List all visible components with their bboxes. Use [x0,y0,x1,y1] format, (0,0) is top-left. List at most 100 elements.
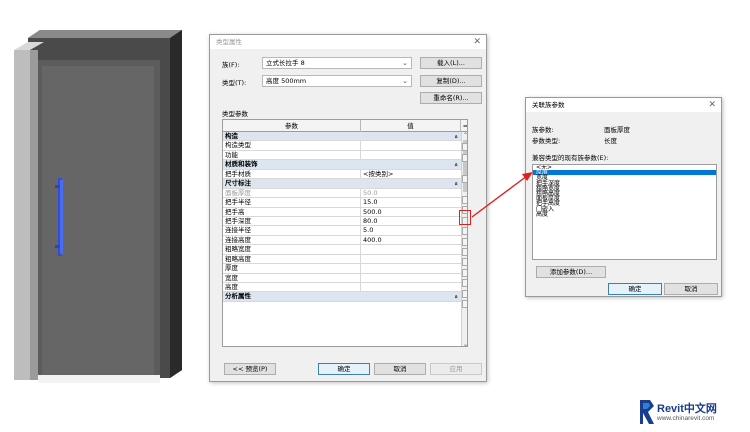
param-row[interactable]: 面板厚度 50.0 [223,188,461,199]
associate-parameter-button[interactable] [462,268,467,277]
chevron-down-icon: ⌄ [402,59,408,67]
associate-parameter-button[interactable] [462,195,467,204]
formula-column-header: = [462,122,468,130]
family-param-value: 面板厚度 [604,126,630,134]
param-column-header: 参数 [223,120,361,132]
param-name: 把手半径 [225,198,251,207]
param-group-name: 材质和装饰 [225,160,258,169]
associate-parameter-button[interactable] [462,174,467,183]
dialog-title: 类型属性 [216,38,242,46]
param-name: 构造类型 [225,141,251,150]
ok-button[interactable]: 确定 [318,363,370,375]
logo-mark-icon [640,400,654,424]
param-row[interactable]: 厚度 [223,264,461,274]
param-name: 宽度 [225,273,238,282]
load-button[interactable]: 载入(L)... [420,57,482,69]
grid-rows: 构造» 构造类型 功能 材质和装饰» 把手材质 <按类别> 尺寸标注» 面板厚度 50.0 把手半… [223,132,461,302]
type-select-value: 高度 500mm [266,77,307,85]
param-name: 厚度 [225,264,238,273]
param-row[interactable]: 连接高度 400.0 [223,235,461,246]
param-row[interactable]: 把手深度 80.0 [223,216,461,227]
compatible-params-list[interactable]: <无> 厚度 宽度 把手深度 粗略宽度 粗略高度 面板厚度 把手高度 门嵌入 高度 [532,164,717,260]
scroll-up-icon[interactable]: ⌃ [463,132,467,139]
param-group-row[interactable]: 构造» [223,132,461,142]
associate-parameter-button[interactable] [462,289,467,298]
param-type-value: 长度 [604,137,617,145]
type-label: 类型(T): [222,79,247,87]
param-group-row[interactable]: 尺寸标注» [223,179,461,189]
param-group-name: 分析属性 [225,292,251,301]
param-group-name: 尺寸标注 [225,179,251,188]
logo-brand: Revit中文网 [657,403,717,415]
close-icon[interactable]: ✕ [708,98,716,112]
param-name: 把手材质 [225,169,251,178]
associate-family-parameter-dialog: 关联族参数 ✕ 族参数: 面板厚度 参数类型: 长度 兼容类型的现有族参数(E)… [525,97,722,297]
revit-logo: Revit中文网 www.chinarevit.com [636,398,744,428]
param-row[interactable]: 高度 [223,283,461,293]
param-value[interactable]: 50.0 [363,189,453,198]
scroll-down-icon[interactable]: ⌄ [463,341,467,346]
type-parameters-grid: 参数 值 = 构造» 构造类型 功能 材质和装饰» 把手材质 <按类别> 尺寸标注» 面板厚度… [222,119,468,347]
associate-parameter-button[interactable] [462,258,467,267]
associate-parameter-button[interactable] [462,247,467,256]
param-row[interactable]: 功能 [223,150,461,161]
ok-button[interactable]: 确定 [608,283,662,295]
cancel-button[interactable]: 取消 [374,363,426,375]
preview-button[interactable]: << 预览(P) [224,363,276,375]
associate-parameter-button[interactable] [462,279,467,288]
param-name: 面板厚度 [225,188,251,197]
close-icon[interactable]: ✕ [473,35,481,49]
apply-button[interactable]: 应用 [430,363,482,375]
param-name: 连接高度 [225,235,251,244]
associate-parameter-button[interactable] [462,153,467,162]
family-select[interactable]: 立式长拉手 8 ⌄ [262,57,412,69]
param-name: 把手高 [225,207,245,216]
associate-parameter-button[interactable] [462,300,467,309]
param-row[interactable]: 宽度 [223,273,461,283]
param-group-row[interactable]: 材质和装饰» [223,160,461,170]
param-name: 高度 [225,283,238,291]
family-select-value: 立式长拉手 8 [266,59,305,67]
dialog-titlebar: 类型属性 ✕ [210,35,486,49]
door-3d-view [14,30,186,390]
type-select[interactable]: 高度 500mm ⌄ [262,75,412,87]
param-value[interactable]: 5.0 [363,226,453,235]
type-params-section-label: 类型参数 [222,110,248,118]
compatible-params-label: 兼容类型的现有族参数(E): [532,154,609,162]
param-row[interactable]: 粗略宽度 [223,245,461,255]
param-name: 粗略高度 [225,254,251,263]
family-param-label: 族参数: [532,126,554,134]
rename-button[interactable]: 重命名(R)... [420,92,482,104]
param-row[interactable]: 粗略高度 [223,254,461,265]
logo-site: www.chinarevit.com [657,415,715,422]
param-row[interactable]: 把手半径 15.0 [223,198,461,208]
param-group-row[interactable]: 分析属性» [223,292,461,302]
family-label: 族(F): [222,61,240,69]
add-parameter-button[interactable]: 添加参数(D)... [536,266,606,278]
param-name: 粗略宽度 [225,245,251,254]
grid-header: 参数 值 = [223,120,468,132]
dialog-titlebar: 关联族参数 ✕ [526,98,721,112]
param-row[interactable]: 把手高 500.0 [223,207,461,217]
param-value[interactable]: 15.0 [363,198,453,207]
param-value[interactable]: 400.0 [363,236,453,245]
dialog-title: 关联族参数 [532,101,565,109]
param-type-label: 参数类型: [532,137,561,145]
param-value[interactable]: 500.0 [363,208,453,217]
list-item[interactable]: 高度 [533,211,716,217]
param-value[interactable]: 80.0 [363,217,453,226]
value-column-header: 值 [361,120,461,132]
associate-param-highlight [459,210,471,225]
param-row[interactable]: 构造类型 [223,141,461,151]
associate-parameter-button[interactable] [462,237,467,246]
cancel-button[interactable]: 取消 [664,283,718,295]
param-name: 功能 [225,150,238,159]
associate-parameter-button[interactable] [462,227,467,236]
duplicate-button[interactable]: 复制(D)... [420,75,482,87]
param-row[interactable]: 连接半径 5.0 [223,226,461,236]
param-name: 连接半径 [225,226,251,235]
param-row[interactable]: 把手材质 <按类别> [223,169,461,180]
associate-parameter-button[interactable] [462,143,467,152]
param-group-name: 构造 [225,132,238,140]
param-value[interactable]: <按类别> [363,170,453,179]
